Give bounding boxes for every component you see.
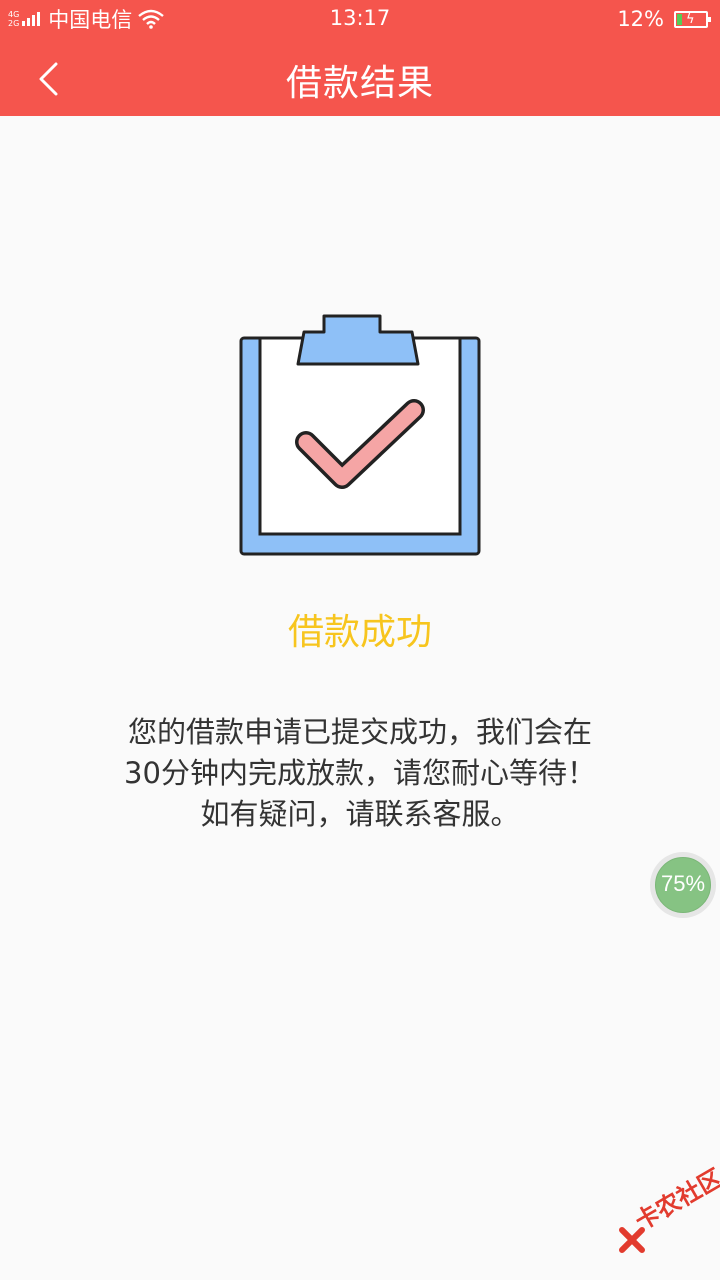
message-line-3: 如有疑问，请联系客服。 xyxy=(200,797,520,831)
floating-memory-ball[interactable]: 75% xyxy=(650,852,716,918)
float-ball-label: 75% xyxy=(660,871,706,896)
battery-charging-icon: ϟ xyxy=(674,10,711,28)
status-bar: 4G 2G 中国电信 13:17 12% ϟ xyxy=(0,0,720,38)
message-line-2: 30分钟内完成放款，请您耐心等待！ xyxy=(124,756,596,790)
page-title: 借款结果 xyxy=(285,63,434,104)
watermark-text: 卡农社区 xyxy=(630,1163,720,1236)
status-time: 13:17 xyxy=(329,6,391,30)
battery-percent: 12% xyxy=(617,7,664,31)
message-line-1: 您的借款申请已提交成功，我们会在 xyxy=(127,715,592,749)
result-title: 借款成功 xyxy=(287,612,432,653)
watermark-logo: 卡农社区 xyxy=(612,1164,720,1258)
nav-bar: 借款结果 xyxy=(0,38,720,116)
result-message: 您的借款申请已提交成功，我们会在 30分钟内完成放款，请您耐心等待！ 如有疑问，… xyxy=(0,712,720,835)
clipboard-check-icon xyxy=(239,314,481,556)
status-right: 12% ϟ xyxy=(617,5,711,33)
